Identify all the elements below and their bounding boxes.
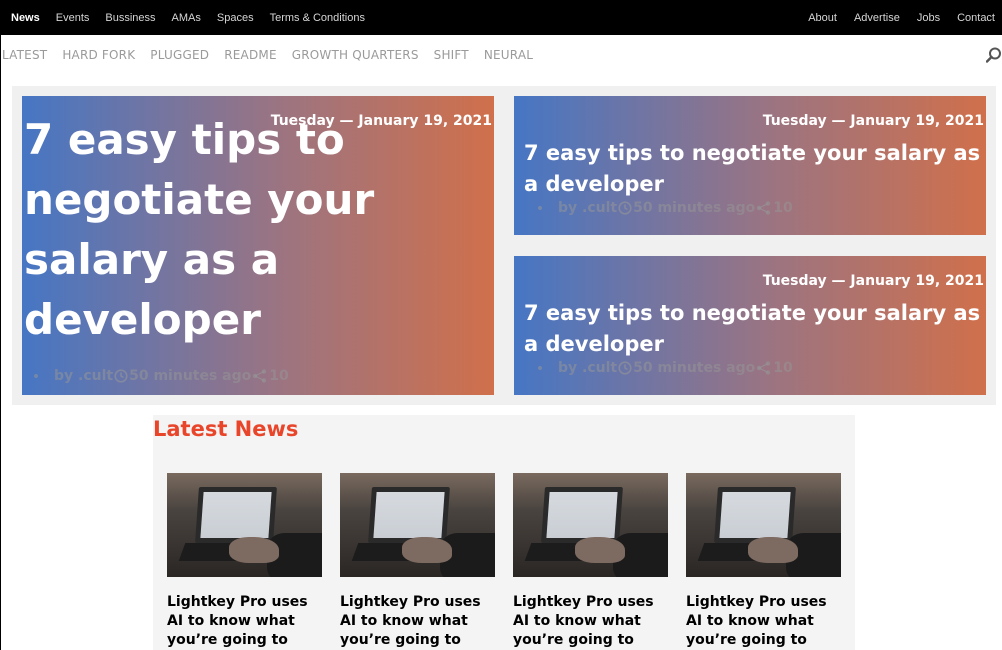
category-growth-quarters[interactable]: GROWTH QUARTERS — [292, 48, 419, 62]
bullet-icon — [538, 206, 542, 210]
news-headline[interactable]: Lightkey Pro uses AI to know what you’re… — [513, 593, 668, 650]
share-icon[interactable] — [756, 361, 772, 375]
nav-link-jobs[interactable]: Jobs — [917, 12, 940, 24]
nav-link-amas[interactable]: AMAs — [172, 12, 201, 24]
article-time: 50 minutes ago — [129, 368, 252, 384]
news-card[interactable]: Lightkey Pro uses AI to know what you’re… — [513, 473, 668, 650]
nav-link-spaces[interactable]: Spaces — [217, 12, 254, 24]
featured-card-tertiary[interactable]: Tuesday — January 19, 2021 7 easy tips t… — [514, 256, 986, 395]
search-icon[interactable] — [985, 47, 1002, 63]
article-shares: 10 — [269, 368, 289, 384]
news-headline[interactable]: Lightkey Pro uses AI to know what you’re… — [686, 593, 841, 650]
article-shares: 10 — [773, 360, 793, 376]
featured-card-secondary[interactable]: Tuesday — January 19, 2021 7 easy tips t… — [514, 96, 986, 235]
section-heading: Latest News — [153, 417, 299, 441]
article-title[interactable]: 7 easy tips to negotiate your salary as … — [24, 110, 384, 350]
clock-icon — [618, 361, 632, 375]
category-plugged[interactable]: PLUGGED — [150, 48, 209, 62]
category-neural[interactable]: NEURAL — [484, 48, 533, 62]
nav-link-terms[interactable]: Terms & Conditions — [270, 12, 365, 24]
clock-icon — [114, 369, 128, 383]
nav-link-events[interactable]: Events — [56, 12, 90, 24]
top-nav-bar: News Events Bussiness AMAs Spaces Terms … — [1, 0, 1002, 35]
nav-link-advertise[interactable]: Advertise — [854, 12, 900, 24]
category-shift[interactable]: SHIFT — [434, 48, 469, 62]
article-author: by .cult — [558, 360, 618, 376]
article-author: by .cult — [54, 368, 114, 384]
bullet-icon — [34, 374, 38, 378]
nav-link-contact[interactable]: Contact — [957, 12, 995, 24]
article-shares: 10 — [773, 200, 793, 216]
latest-news-section: Latest News Lightkey Pro uses AI to know… — [153, 415, 855, 650]
article-title[interactable]: 7 easy tips to negotiate your salary as … — [524, 298, 984, 360]
category-hard-fork[interactable]: HARD FORK — [62, 48, 135, 62]
category-nav: LATEST HARD FORK PLUGGED README GROWTH Q… — [1, 35, 1002, 75]
news-thumbnail[interactable] — [340, 473, 495, 577]
category-readme[interactable]: README — [224, 48, 277, 62]
news-headline[interactable]: Lightkey Pro uses AI to know what you’re… — [340, 593, 495, 650]
article-time: 50 minutes ago — [633, 200, 756, 216]
nav-link-about[interactable]: About — [808, 12, 837, 24]
news-card[interactable]: Lightkey Pro uses AI to know what you’re… — [167, 473, 322, 650]
top-nav-right: About Advertise Jobs Contact — [798, 12, 1002, 24]
top-nav-left: News Events Bussiness AMAs Spaces Terms … — [1, 12, 371, 24]
article-meta: by .cult 50 minutes ago 10 — [538, 360, 793, 376]
news-thumbnail[interactable] — [167, 473, 322, 577]
article-author: by .cult — [558, 200, 618, 216]
news-card[interactable]: Lightkey Pro uses AI to know what you’re… — [686, 473, 841, 650]
news-thumbnail[interactable] — [686, 473, 841, 577]
featured-section: Tuesday — January 19, 2021 7 easy tips t… — [12, 86, 996, 405]
nav-link-news[interactable]: News — [11, 12, 40, 24]
clock-icon — [618, 201, 632, 215]
category-links: LATEST HARD FORK PLUGGED README GROWTH Q… — [1, 48, 548, 62]
article-meta: by .cult 50 minutes ago 10 — [34, 368, 289, 384]
news-headline[interactable]: Lightkey Pro uses AI to know what you’re… — [167, 593, 322, 650]
article-meta: by .cult 50 minutes ago 10 — [538, 200, 793, 216]
nav-link-business[interactable]: Bussiness — [105, 12, 155, 24]
article-title[interactable]: 7 easy tips to negotiate your salary as … — [524, 138, 984, 200]
article-time: 50 minutes ago — [633, 360, 756, 376]
news-card[interactable]: Lightkey Pro uses AI to know what you’re… — [340, 473, 495, 650]
share-icon[interactable] — [252, 369, 268, 383]
news-thumbnail[interactable] — [513, 473, 668, 577]
article-date: Tuesday — January 19, 2021 — [762, 273, 984, 289]
article-date: Tuesday — January 19, 2021 — [762, 113, 984, 129]
category-latest[interactable]: LATEST — [2, 48, 47, 62]
featured-card-main[interactable]: Tuesday — January 19, 2021 7 easy tips t… — [22, 96, 494, 395]
bullet-icon — [538, 366, 542, 370]
share-icon[interactable] — [756, 201, 772, 215]
